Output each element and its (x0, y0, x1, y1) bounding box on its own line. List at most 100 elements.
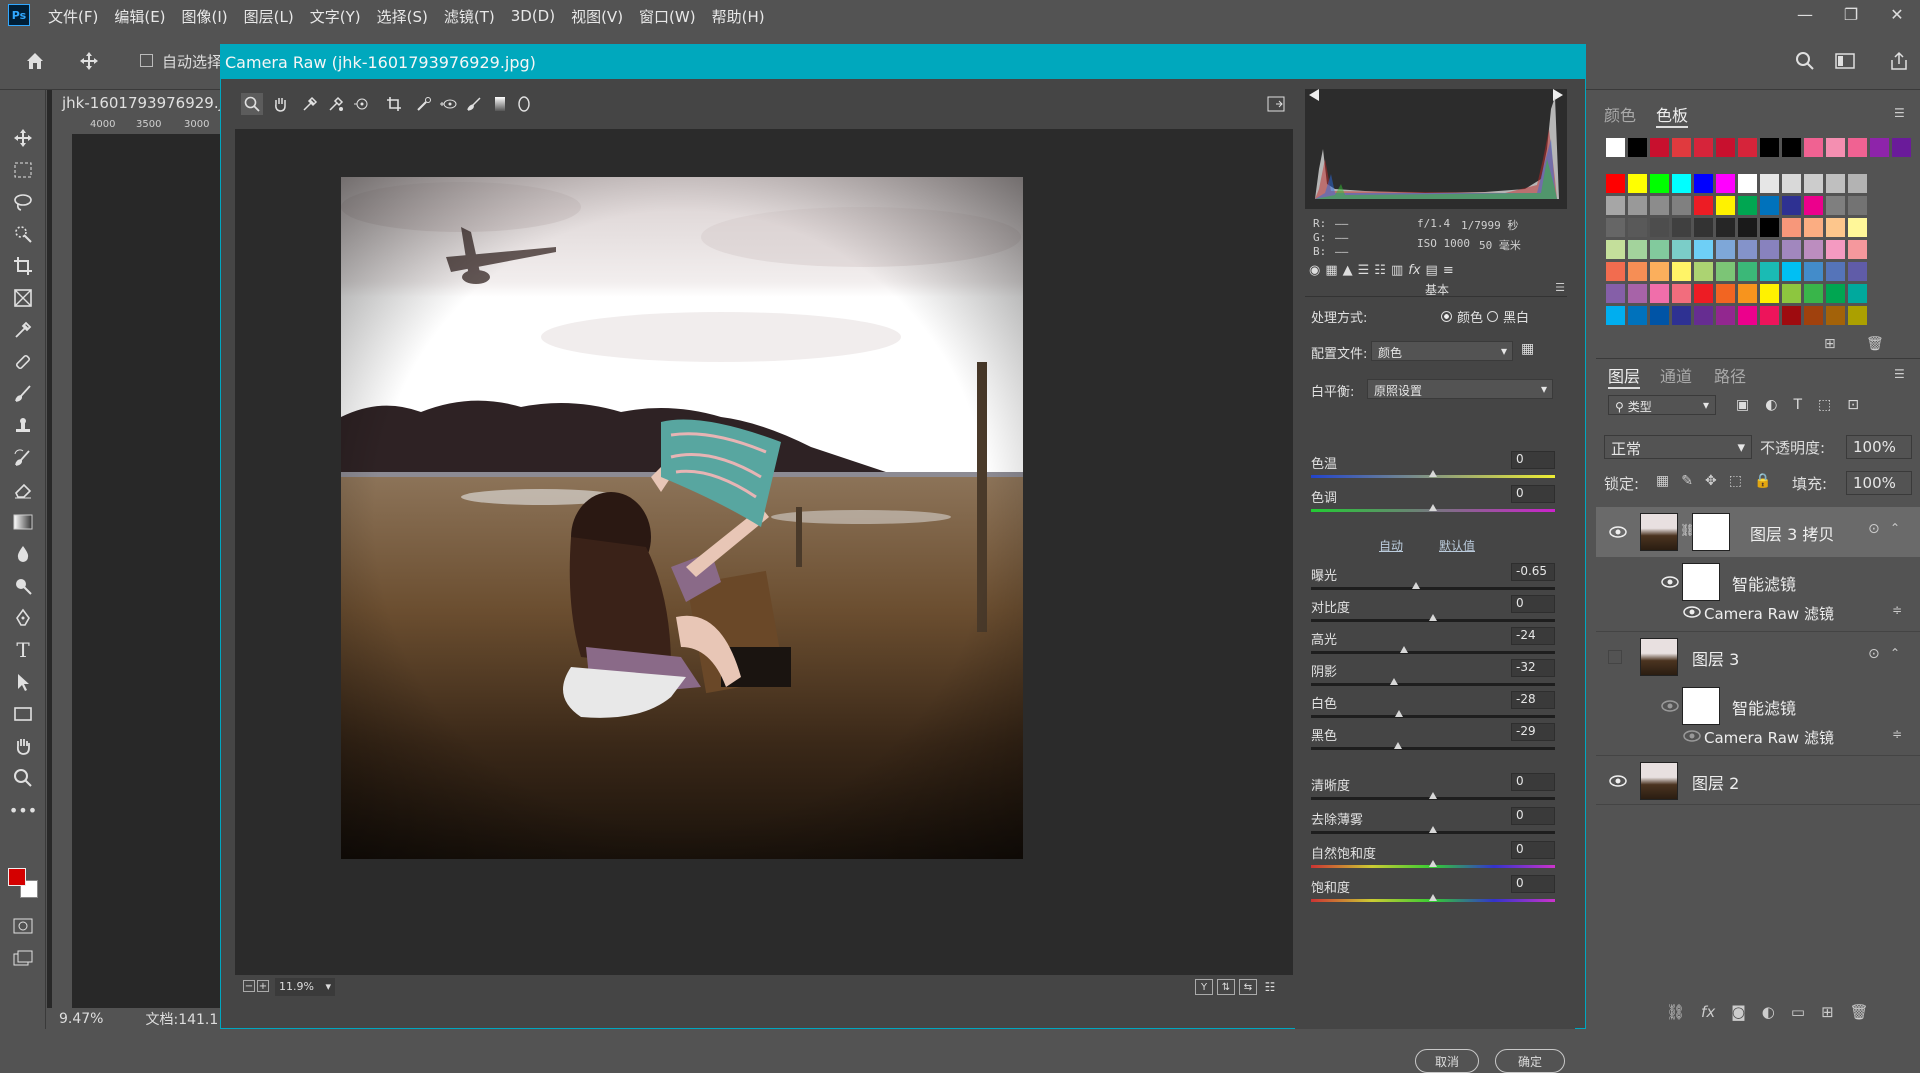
dodge-tool-icon[interactable] (8, 572, 38, 600)
slider-thumb[interactable] (1399, 646, 1408, 653)
color-swatch[interactable] (1628, 196, 1647, 215)
layer-row[interactable]: ⛓ 图层 3 拷贝 ⊙ ⌃ (1596, 507, 1920, 557)
color-swatch[interactable] (1826, 218, 1845, 237)
slider-value-input[interactable]: 0 (1511, 451, 1555, 469)
tab-layers[interactable]: 图层 (1608, 363, 1641, 389)
color-swatch[interactable] (1694, 284, 1713, 303)
color-swatch[interactable] (1848, 284, 1867, 303)
history-brush-tool-icon[interactable] (8, 444, 38, 472)
gradient-tool-icon[interactable] (8, 508, 38, 536)
color-swatch[interactable] (1650, 196, 1669, 215)
group-icon[interactable]: ▭ (1791, 1003, 1805, 1021)
menu-item[interactable]: 图像(I) (182, 6, 228, 27)
color-swatch[interactable] (1760, 196, 1779, 215)
color-swatch[interactable] (1738, 218, 1757, 237)
color-swatch[interactable] (1628, 262, 1647, 281)
color-swatch[interactable] (1716, 138, 1735, 157)
slider-value-input[interactable]: -32 (1511, 659, 1555, 677)
shape-filter-icon[interactable]: ⬚ (1818, 397, 1831, 413)
color-swatch[interactable] (1628, 174, 1647, 193)
ok-button[interactable]: 确定 (1495, 1049, 1565, 1073)
tab-channels[interactable]: 通道 (1660, 363, 1692, 387)
lock-all-icon[interactable]: 🔒 (1754, 473, 1771, 489)
color-swatch[interactable] (1606, 240, 1625, 259)
hand-tool-icon[interactable] (8, 732, 38, 760)
color-swatch[interactable] (1606, 284, 1625, 303)
slider-track[interactable] (1311, 683, 1555, 686)
graduated-filter-icon[interactable] (489, 93, 511, 115)
color-swatch[interactable] (1848, 262, 1867, 281)
zoom-tool-icon[interactable] (8, 764, 38, 792)
color-swatch[interactable] (1738, 196, 1757, 215)
color-swatch[interactable] (1760, 174, 1779, 193)
visibility-eye-icon[interactable] (1682, 605, 1702, 619)
color-swatch[interactable] (1716, 196, 1735, 215)
color-swatch[interactable] (1716, 262, 1735, 281)
color-swatch[interactable] (1826, 306, 1845, 325)
slider-thumb[interactable] (1429, 894, 1437, 901)
color-swatch[interactable] (1606, 174, 1625, 193)
slider-thumb[interactable] (1389, 678, 1398, 685)
color-swatch[interactable] (1672, 284, 1691, 303)
color-swatch[interactable] (1826, 138, 1845, 157)
color-swatch[interactable] (1826, 262, 1845, 281)
color-swatch[interactable] (1826, 196, 1845, 215)
layer-row[interactable]: 图层 2 (1596, 755, 1920, 805)
delete-layer-icon[interactable]: 🗑 (1850, 1003, 1869, 1021)
search-icon[interactable] (1790, 46, 1820, 76)
color-swatch[interactable] (1804, 218, 1823, 237)
slider-thumb[interactable] (1411, 582, 1420, 589)
color-swatch[interactable] (1694, 138, 1713, 157)
visibility-toggle-off[interactable] (1608, 650, 1622, 664)
color-swatch[interactable] (1628, 240, 1647, 259)
color-swatch[interactable] (1804, 240, 1823, 259)
panel-menu-icon[interactable]: ☰ (1894, 106, 1905, 120)
quick-mask-icon[interactable] (8, 912, 38, 940)
color-swatch[interactable] (1694, 262, 1713, 281)
preview-canvas[interactable] (235, 129, 1293, 999)
quick-select-tool-icon[interactable] (8, 220, 38, 248)
crop-tool-icon[interactable] (383, 93, 405, 115)
layer-filter-dropdown[interactable]: ⚲ 类型 ▾ (1608, 395, 1716, 415)
color-swatch[interactable] (1826, 174, 1845, 193)
slider-thumb[interactable] (1429, 860, 1437, 867)
visibility-eye-icon[interactable] (1660, 575, 1680, 589)
color-swatch[interactable] (1672, 138, 1691, 157)
adjustment-layer-icon[interactable]: ◐ (1762, 1003, 1775, 1021)
color-swatch[interactable] (1672, 218, 1691, 237)
panel-menu-icon[interactable]: ☰ (1894, 367, 1905, 381)
zoom-out-icon[interactable]: − (243, 980, 255, 992)
color-swatch[interactable] (1606, 138, 1625, 157)
collapse-icon[interactable]: ⌃ (1890, 521, 1900, 535)
layer-row[interactable]: 图层 3 ⊙ ⌃ (1596, 631, 1920, 681)
color-swatch[interactable] (1804, 196, 1823, 215)
color-swatch[interactable] (1782, 218, 1801, 237)
add-mask-icon[interactable]: ◙ (1731, 1003, 1746, 1021)
move-tool-icon[interactable] (74, 46, 104, 76)
slider-value-input[interactable]: 0 (1511, 875, 1555, 893)
link-layers-icon[interactable]: ⛓ (1666, 1003, 1685, 1021)
color-swatch[interactable] (1606, 262, 1625, 281)
color-sampler-tool-icon[interactable] (325, 93, 347, 115)
pen-tool-icon[interactable] (8, 604, 38, 632)
frame-tool-icon[interactable] (8, 284, 38, 312)
menu-item[interactable]: 视图(V) (571, 6, 623, 27)
color-swatch[interactable] (1628, 138, 1647, 157)
crop-tool-icon[interactable] (8, 252, 38, 280)
menu-item[interactable]: 3D(D) (511, 7, 555, 25)
blur-tool-icon[interactable] (8, 540, 38, 568)
slider-thumb[interactable] (1429, 614, 1437, 621)
visibility-eye-icon[interactable] (1608, 774, 1628, 788)
color-swatch[interactable] (1650, 218, 1669, 237)
color-swatch[interactable] (1738, 240, 1757, 259)
lock-artboard-icon[interactable]: ⬚ (1729, 473, 1742, 489)
color-swatch[interactable] (1782, 196, 1801, 215)
color-swatch[interactable] (1716, 284, 1735, 303)
color-swatch[interactable] (1892, 138, 1911, 157)
slider-value-input[interactable]: 0 (1511, 807, 1555, 825)
filter-options-icon[interactable]: ≑ (1892, 603, 1902, 617)
menu-item[interactable]: 帮助(H) (712, 6, 765, 27)
color-swatch[interactable] (1650, 284, 1669, 303)
color-swatch[interactable] (1760, 284, 1779, 303)
filter-row[interactable]: Camera Raw 滤镜 ≑ (1596, 597, 1920, 627)
